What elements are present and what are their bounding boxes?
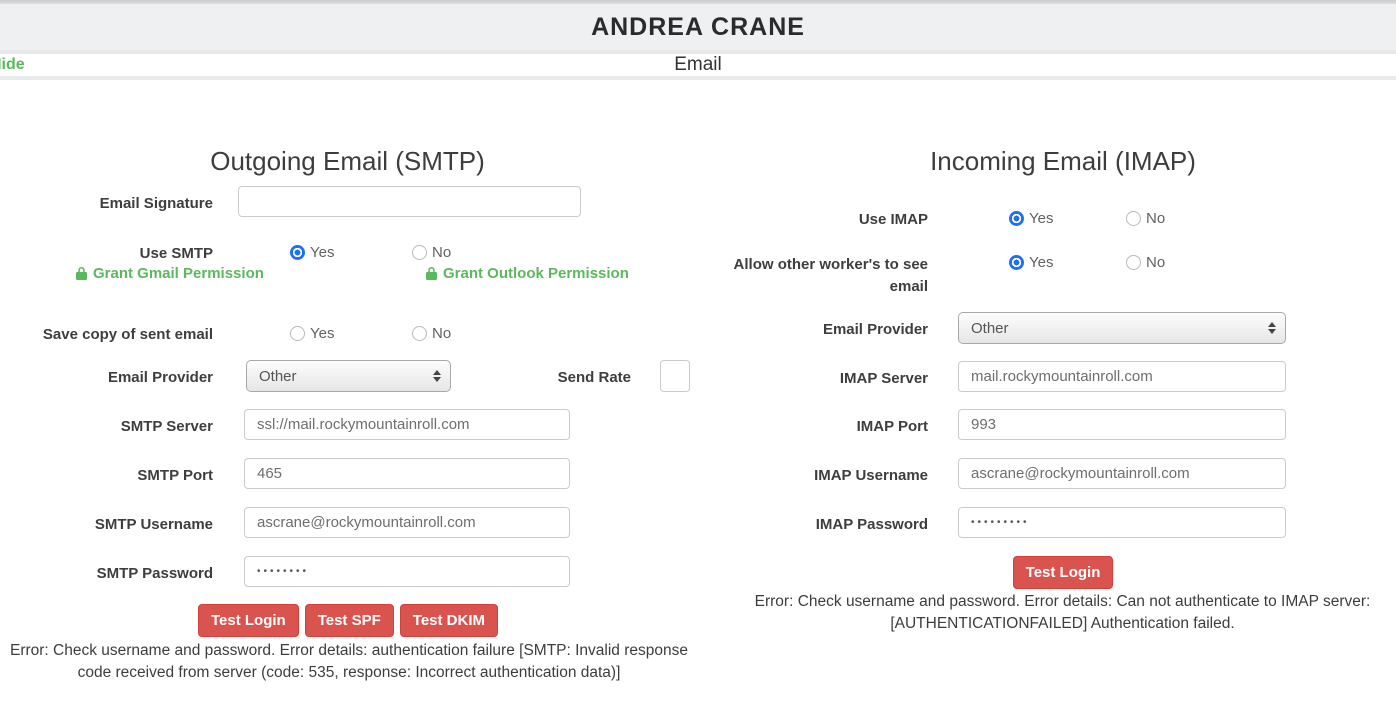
use-smtp-yes-radio[interactable] [290, 245, 305, 260]
allow-workers-label: Allow other worker's to see email [728, 254, 928, 298]
imap-email-provider-value: Other [971, 320, 1009, 337]
test-dkim-button[interactable]: Test DKIM [400, 604, 498, 637]
save-copy-yes-label: Yes [310, 325, 334, 342]
use-smtp-label: Use SMTP [0, 244, 213, 263]
imap-test-buttons: Test Login [713, 556, 1396, 589]
grant-outlook-permission-link[interactable]: Grant Outlook Permission [425, 265, 629, 282]
smtp-email-provider-select[interactable]: Other [246, 360, 451, 392]
allow-workers-yes-label: Yes [1029, 254, 1053, 271]
smtp-username-label: SMTP Username [0, 515, 213, 534]
save-copy-no-label: No [432, 325, 451, 342]
smtp-server-input[interactable] [244, 409, 570, 440]
imap-server-input[interactable] [958, 361, 1286, 392]
smtp-email-provider-value: Other [259, 368, 297, 385]
smtp-test-buttons: Test Login Test SPF Test DKIM [0, 604, 696, 637]
test-spf-button[interactable]: Test SPF [305, 604, 394, 637]
use-imap-yes-label: Yes [1029, 210, 1053, 227]
imap-section-title: Incoming Email (IMAP) [713, 146, 1396, 177]
smtp-password-label: SMTP Password [0, 564, 213, 583]
imap-email-provider-select[interactable]: Other [958, 312, 1286, 344]
smtp-username-input[interactable] [244, 507, 570, 538]
use-imap-yes-radio[interactable] [1009, 211, 1024, 226]
save-copy-no-radio[interactable] [412, 326, 427, 341]
save-copy-yes-radio[interactable] [290, 326, 305, 341]
imap-password-label: IMAP Password [728, 515, 928, 534]
email-signature-label: Email Signature [0, 194, 213, 213]
grant-outlook-label: Grant Outlook Permission [443, 265, 629, 282]
use-imap-no-radio[interactable] [1126, 211, 1141, 226]
use-imap-no-label: No [1146, 210, 1165, 227]
smtp-password-input[interactable] [244, 556, 570, 587]
smtp-email-provider-label: Email Provider [0, 368, 213, 387]
send-rate-input[interactable] [660, 360, 690, 392]
imap-username-input[interactable] [958, 458, 1286, 489]
imap-server-label: IMAP Server [728, 369, 928, 388]
use-smtp-yes-label: Yes [310, 244, 334, 261]
tab-email: Email [0, 54, 1396, 76]
allow-workers-no-label: No [1146, 254, 1165, 271]
imap-password-input[interactable] [958, 507, 1286, 538]
imap-port-label: IMAP Port [728, 417, 928, 436]
email-signature-input[interactable] [238, 186, 581, 217]
email-settings-page: ANDREA CRANE Hide Email Outgoing Email (… [0, 0, 1396, 720]
smtp-test-login-button[interactable]: Test Login [198, 604, 299, 637]
smtp-port-input[interactable] [244, 458, 570, 489]
lock-icon [75, 266, 88, 281]
lock-icon [425, 266, 438, 281]
header-bar: ANDREA CRANE [0, 4, 1396, 50]
allow-workers-no-radio[interactable] [1126, 255, 1141, 270]
use-smtp-no-radio[interactable] [412, 245, 427, 260]
page-title: ANDREA CRANE [591, 13, 805, 42]
smtp-error-message: Error: Check username and password. Erro… [4, 640, 694, 684]
save-copy-label: Save copy of sent email [0, 325, 213, 344]
imap-username-label: IMAP Username [728, 466, 928, 485]
send-rate-label: Send Rate [500, 368, 631, 387]
smtp-port-label: SMTP Port [0, 466, 213, 485]
imap-email-provider-label: Email Provider [728, 320, 928, 339]
smtp-section-title: Outgoing Email (SMTP) [80, 146, 615, 177]
sub-nav: Hide Email [0, 54, 1396, 76]
use-smtp-no-label: No [432, 244, 451, 261]
imap-port-input[interactable] [958, 409, 1286, 440]
grant-gmail-permission-link[interactable]: Grant Gmail Permission [75, 265, 264, 282]
select-stepper-icon [433, 370, 441, 382]
select-stepper-icon [1268, 322, 1276, 334]
subnav-divider [0, 76, 1396, 80]
use-imap-label: Use IMAP [728, 210, 928, 229]
imap-error-message: Error: Check username and password. Erro… [735, 591, 1390, 635]
imap-test-login-button[interactable]: Test Login [1013, 556, 1114, 589]
grant-gmail-label: Grant Gmail Permission [93, 265, 264, 282]
allow-workers-yes-radio[interactable] [1009, 255, 1024, 270]
smtp-server-label: SMTP Server [0, 417, 213, 436]
